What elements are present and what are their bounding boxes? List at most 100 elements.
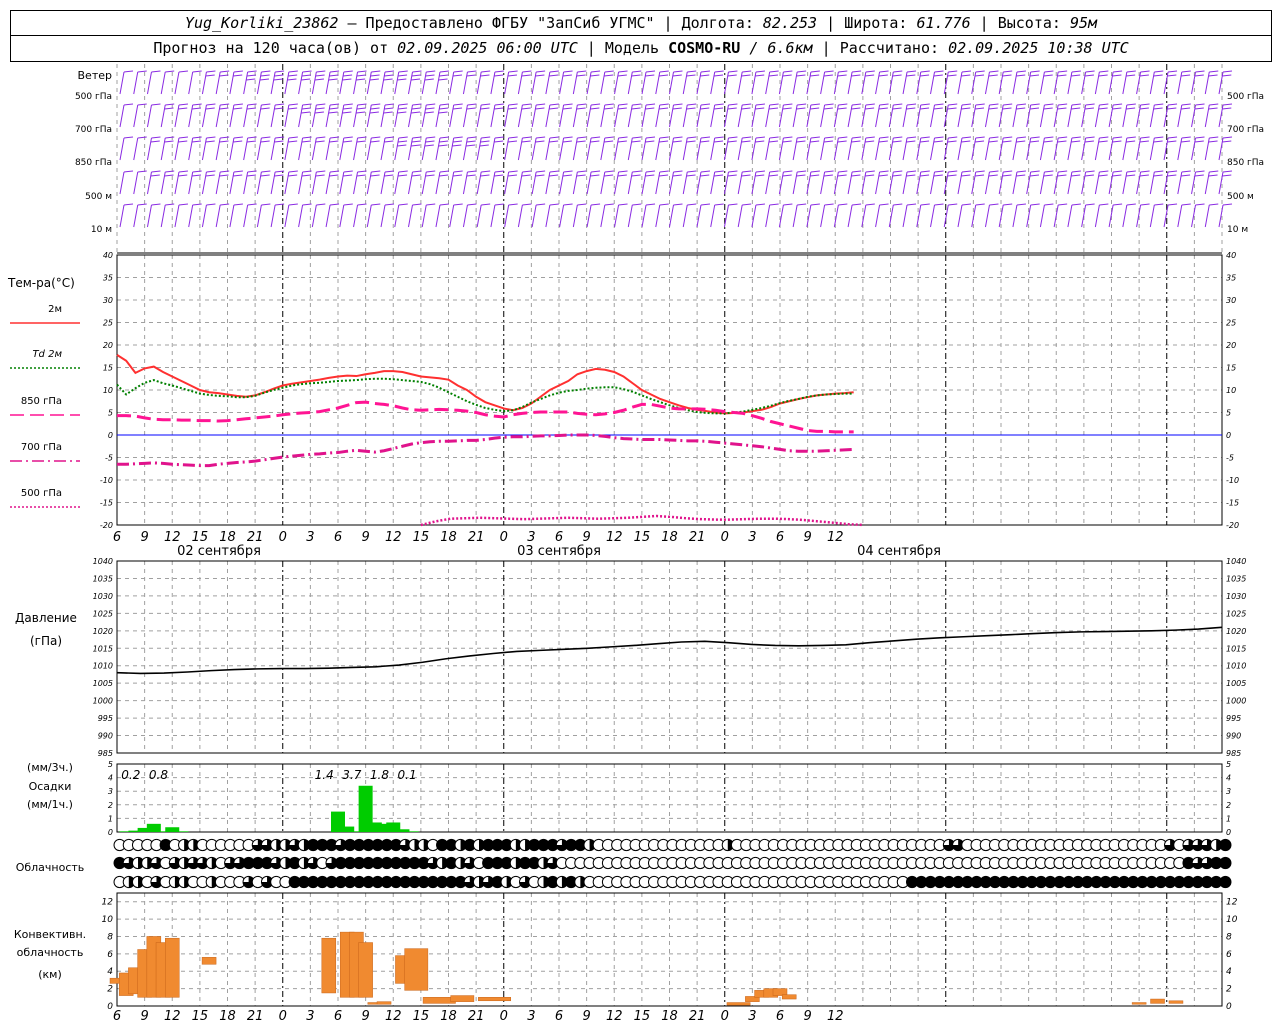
wind-barb — [119, 136, 134, 161]
wind-barb — [1081, 203, 1095, 228]
wind-barb — [133, 170, 147, 195]
convective-cloud-bar — [404, 948, 429, 991]
temp-ytick-left: -10 — [100, 476, 113, 485]
date-label: 02 сентября — [177, 544, 261, 559]
wind-title: Ветер — [78, 69, 112, 82]
wind-barb — [627, 170, 642, 195]
wind-barb — [1039, 70, 1054, 95]
wind-barb — [1149, 203, 1164, 228]
conv-xtick-label: 21 — [689, 1009, 706, 1024]
wind-barb — [119, 203, 134, 228]
wind-barb — [298, 203, 312, 228]
pressure-ytick-left: 1040 — [93, 557, 113, 566]
wind-barb — [778, 70, 793, 95]
precip-ytick-left: 4 — [108, 774, 113, 783]
wind-barb — [723, 203, 738, 228]
wind-barb — [1067, 103, 1081, 128]
wind-barb — [256, 136, 271, 161]
precip-ytick-right: 2 — [1226, 801, 1231, 810]
wind-barb — [545, 70, 559, 95]
wind-barb — [806, 103, 820, 128]
wind-barb — [1108, 203, 1123, 228]
temp-ytick-left: 25 — [103, 319, 113, 328]
wind-barb — [847, 70, 862, 95]
wind-level-label-right: 700 гПа — [1227, 125, 1264, 135]
pressure-ytick-left: 1020 — [93, 627, 113, 636]
conv-ytick-right: 0 — [1226, 1002, 1232, 1012]
wind-barb — [1122, 70, 1136, 95]
wind-barb — [614, 203, 628, 228]
conv-xtick-label: 15 — [634, 1009, 651, 1024]
temp-legend-label: 850 гПа — [21, 396, 62, 407]
cloud-cover-layer — [113, 838, 1232, 889]
wind-barb — [1149, 170, 1164, 195]
wind-barb — [614, 70, 628, 95]
wind-barb — [984, 70, 999, 95]
wind-barb — [311, 103, 326, 128]
wind-barb — [435, 136, 450, 161]
wind-barb — [1094, 170, 1109, 195]
conv-ytick-left: 10 — [102, 915, 114, 925]
wind-barb — [270, 70, 285, 95]
wind-barb — [188, 203, 202, 228]
wind-barb — [957, 203, 972, 228]
wind-barb — [1039, 170, 1054, 195]
pressure-ytick-left: 990 — [98, 732, 113, 741]
wind-barb — [1163, 70, 1178, 95]
wind-barb — [984, 103, 999, 128]
wind-barb — [325, 170, 340, 195]
wind-barb — [174, 170, 189, 195]
wind-barb — [366, 170, 381, 195]
conv-ytick-left: 4 — [107, 967, 113, 977]
pressure-ytick-left: 1025 — [93, 609, 113, 618]
temp-ytick-right: 35 — [1226, 274, 1236, 283]
wind-barb — [930, 203, 944, 228]
precip-total-label: 0.1 — [398, 768, 417, 782]
wind-barb — [1163, 203, 1178, 228]
conv-ytick-right: 4 — [1226, 967, 1232, 977]
wind-barb — [174, 203, 189, 228]
wind-barb — [655, 170, 669, 195]
wind-barb — [449, 203, 463, 228]
wind-barb — [1149, 70, 1164, 95]
wind-barb — [957, 170, 972, 195]
wind-barb — [504, 103, 518, 128]
wind-barb — [394, 203, 408, 228]
wind-barb — [1149, 136, 1164, 161]
temp-ytick-left: 40 — [103, 251, 113, 260]
wind-barb — [1012, 136, 1026, 161]
pressure-ytick-left: 995 — [98, 714, 113, 723]
wind-barb — [353, 170, 367, 195]
wind-barb — [1218, 203, 1233, 228]
cloud-title: Облачность — [16, 861, 85, 874]
conv-ytick-right: 8 — [1226, 932, 1232, 942]
wind-barb — [751, 103, 765, 128]
wind-barb — [586, 103, 601, 128]
wind-barb — [201, 203, 216, 228]
wind-barb — [586, 170, 601, 195]
wind-barb — [559, 70, 573, 95]
wind-barb — [778, 203, 793, 228]
wind-barb — [229, 136, 243, 161]
wind-barb — [119, 170, 134, 195]
wind-barb — [1218, 170, 1233, 195]
conv-xtick-label: 15 — [192, 1009, 209, 1024]
precip-total-label: 1.4 — [315, 768, 334, 782]
precip-total-label: 1.8 — [370, 768, 389, 782]
wind-barb — [559, 170, 573, 195]
pressure-ytick-right: 1035 — [1226, 574, 1246, 583]
precip-bar — [146, 823, 161, 832]
conv-xtick-label: 21 — [247, 1009, 264, 1024]
wind-barb — [545, 136, 559, 161]
temp-ytick-right: -20 — [1226, 521, 1239, 530]
cloud-cover-symbol — [1219, 856, 1232, 870]
temp-xtick-label: 9 — [140, 530, 148, 545]
wind-barb — [930, 136, 944, 161]
wind-barb — [1136, 70, 1150, 95]
precip-ytick-left: 0 — [108, 828, 113, 837]
conv-title-line2: облачность — [17, 946, 84, 959]
temp-xtick-label: 12 — [606, 530, 623, 545]
wind-barb — [1053, 170, 1068, 195]
wind-barb — [669, 136, 683, 161]
temp-xtick-label: 0 — [500, 530, 508, 545]
